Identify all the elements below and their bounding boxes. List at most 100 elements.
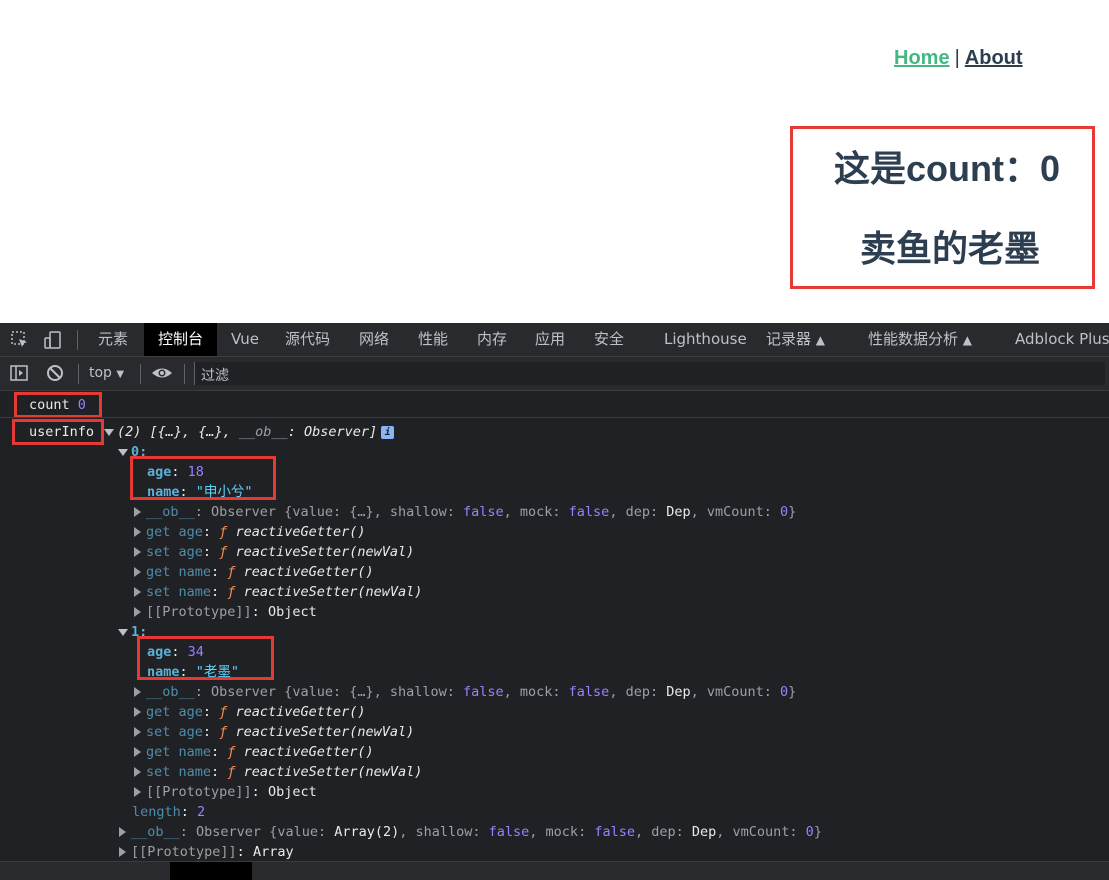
collapsed-triangle-icon[interactable] xyxy=(134,687,141,697)
divider xyxy=(77,330,78,350)
tab-security[interactable]: 安全 xyxy=(594,323,624,356)
context-selector[interactable]: top ▼ xyxy=(89,357,124,391)
fn-sig: reactiveSetter(newVal) xyxy=(235,544,415,560)
tab-memory[interactable]: 内存 xyxy=(477,323,507,356)
ob-line[interactable]: __ob__: Observer {value: {…}, shallow: f… xyxy=(134,682,796,702)
ob-text: : Observer {value: {…}, shallow: xyxy=(194,504,463,520)
prop-key: age xyxy=(147,464,172,480)
collapsed-triangle-icon[interactable] xyxy=(134,527,141,537)
highlight-box-count xyxy=(14,392,102,418)
divider xyxy=(78,364,79,384)
collapsed-triangle-icon[interactable] xyxy=(134,567,141,577)
expand-triangle-icon[interactable] xyxy=(118,448,128,456)
device-toolbar-icon[interactable] xyxy=(43,330,63,350)
accessor-get-name[interactable]: get name: ƒ reactiveGetter() xyxy=(134,562,374,582)
prototype-array[interactable]: [[Prototype]]: Array xyxy=(119,842,294,862)
collapsed-triangle-icon[interactable] xyxy=(134,607,141,617)
tab-adblock-plus[interactable]: Adblock Plus xyxy=(1015,323,1109,356)
ob-text: : Observer {value: xyxy=(179,824,335,840)
collapsed-triangle-icon[interactable] xyxy=(119,847,126,857)
clear-console-icon[interactable] xyxy=(45,363,65,383)
ob-mock: false xyxy=(568,504,610,520)
tab-vue[interactable]: Vue xyxy=(231,323,259,356)
drawer-active-tab[interactable] xyxy=(170,862,252,880)
drawer-tabbar xyxy=(0,861,1109,880)
ob-shallow: false xyxy=(463,504,504,520)
fn-sig: reactiveSetter(newVal) xyxy=(243,764,423,780)
divider xyxy=(184,364,185,384)
filter-input[interactable]: 过滤 xyxy=(194,362,1105,385)
array-ob-line[interactable]: __ob__: Observer {value: Array(2), shall… xyxy=(119,822,822,842)
f-glyph: ƒ xyxy=(227,564,236,580)
console-toolbar: top ▼ 过滤 xyxy=(0,357,1109,391)
tab-elements[interactable]: 元素 xyxy=(98,323,128,356)
prop-value: Object xyxy=(267,604,317,620)
accessor-get-name[interactable]: get name: ƒ reactiveGetter() xyxy=(134,742,374,762)
collapsed-triangle-icon[interactable] xyxy=(134,547,141,557)
ob-mock-label: , mock: xyxy=(503,684,569,700)
tab-network[interactable]: 网络 xyxy=(359,323,389,356)
ob-value: Array(2) xyxy=(334,824,400,840)
highlight-box-userinfo xyxy=(12,419,104,445)
prop-name: name: "申小兮" xyxy=(147,484,253,500)
collapsed-triangle-icon[interactable] xyxy=(134,707,141,717)
prop-value: Array xyxy=(252,844,294,860)
ob-shallow-label: , shallow: xyxy=(399,824,489,840)
tab-performance[interactable]: 性能 xyxy=(418,323,448,356)
collapsed-triangle-icon[interactable] xyxy=(134,747,141,757)
accessor-set-name[interactable]: set name: ƒ reactiveSetter(newVal) xyxy=(134,762,422,782)
ob-vm: 0 xyxy=(780,684,789,700)
accessor-set-age[interactable]: set age: ƒ reactiveSetter(newVal) xyxy=(134,722,414,742)
expand-triangle-icon[interactable] xyxy=(118,628,128,636)
ob-line[interactable]: __ob__: Observer {value: {…}, shallow: f… xyxy=(134,502,796,522)
nav-home-link[interactable]: Home xyxy=(894,47,950,69)
prototype-object[interactable]: [[Prototype]]: Object xyxy=(134,602,317,622)
prop-key: length xyxy=(132,804,181,820)
nav-about-link[interactable]: About xyxy=(965,47,1023,69)
fn-sig: reactiveGetter() xyxy=(235,524,366,540)
f-glyph: ƒ xyxy=(219,544,228,560)
tab-lighthouse[interactable]: Lighthouse xyxy=(664,323,747,356)
fn-sig: reactiveGetter() xyxy=(243,744,374,760)
prop-key: [[Prototype]] xyxy=(146,784,252,800)
tab-console[interactable]: 控制台 xyxy=(144,323,218,356)
flask-icon: ▲ xyxy=(815,333,826,347)
dropdown-arrow-icon: ▼ xyxy=(116,369,125,380)
collapsed-triangle-icon[interactable] xyxy=(134,787,141,797)
tab-recorder[interactable]: 记录器 ▲ xyxy=(766,323,825,356)
ob-vm-label: , vmCount: xyxy=(690,684,781,700)
tab-application[interactable]: 应用 xyxy=(535,323,565,356)
prop-key: __ob__ xyxy=(131,824,180,840)
prop-key: get age xyxy=(146,704,203,720)
prototype-object[interactable]: [[Prototype]]: Object xyxy=(134,782,317,802)
accessor-get-age[interactable]: get age: ƒ reactiveGetter() xyxy=(134,702,366,722)
accessor-get-age[interactable]: get age: ƒ reactiveGetter() xyxy=(134,522,366,542)
collapsed-triangle-icon[interactable] xyxy=(134,767,141,777)
devtools-panel: 元素 控制台 Vue 源代码 网络 性能 内存 应用 安全 Lighthouse… xyxy=(0,323,1109,879)
collapsed-triangle-icon[interactable] xyxy=(119,827,126,837)
ob-vm: 0 xyxy=(780,504,789,520)
prop-key: get name xyxy=(146,564,212,580)
accessor-set-name[interactable]: set name: ƒ reactiveSetter(newVal) xyxy=(134,582,422,602)
collapsed-triangle-icon[interactable] xyxy=(134,727,141,737)
collapsed-triangle-icon[interactable] xyxy=(134,507,141,517)
accessor-set-age[interactable]: set age: ƒ reactiveSetter(newVal) xyxy=(134,542,414,562)
array-summary[interactable]: (2) [{…}, {…}, __ob__: Observer] i xyxy=(104,422,395,442)
collapsed-triangle-icon[interactable] xyxy=(134,587,141,597)
ob-vm-label: , vmCount: xyxy=(690,504,781,520)
eye-icon[interactable] xyxy=(151,363,173,383)
tab-performance-insights[interactable]: 性能数据分析 ▲ xyxy=(868,323,972,356)
sidebar-toggle-icon[interactable] xyxy=(9,363,29,383)
f-glyph: ƒ xyxy=(219,724,228,740)
tab-sources[interactable]: 源代码 xyxy=(285,323,330,356)
prop-key: set name xyxy=(146,764,212,780)
info-icon[interactable]: i xyxy=(381,425,395,439)
ob-end: } xyxy=(813,824,822,840)
array-summary-prefix: (2) [{…}, {…}, xyxy=(117,424,239,440)
ob-mock: false xyxy=(594,824,635,840)
expand-triangle-icon[interactable] xyxy=(104,428,114,436)
filter-placeholder: 过滤 xyxy=(201,368,229,384)
ob-dep-label: , dep: xyxy=(634,824,692,840)
inspect-icon[interactable] xyxy=(10,330,30,350)
prop-key: __ob__ xyxy=(146,684,195,700)
